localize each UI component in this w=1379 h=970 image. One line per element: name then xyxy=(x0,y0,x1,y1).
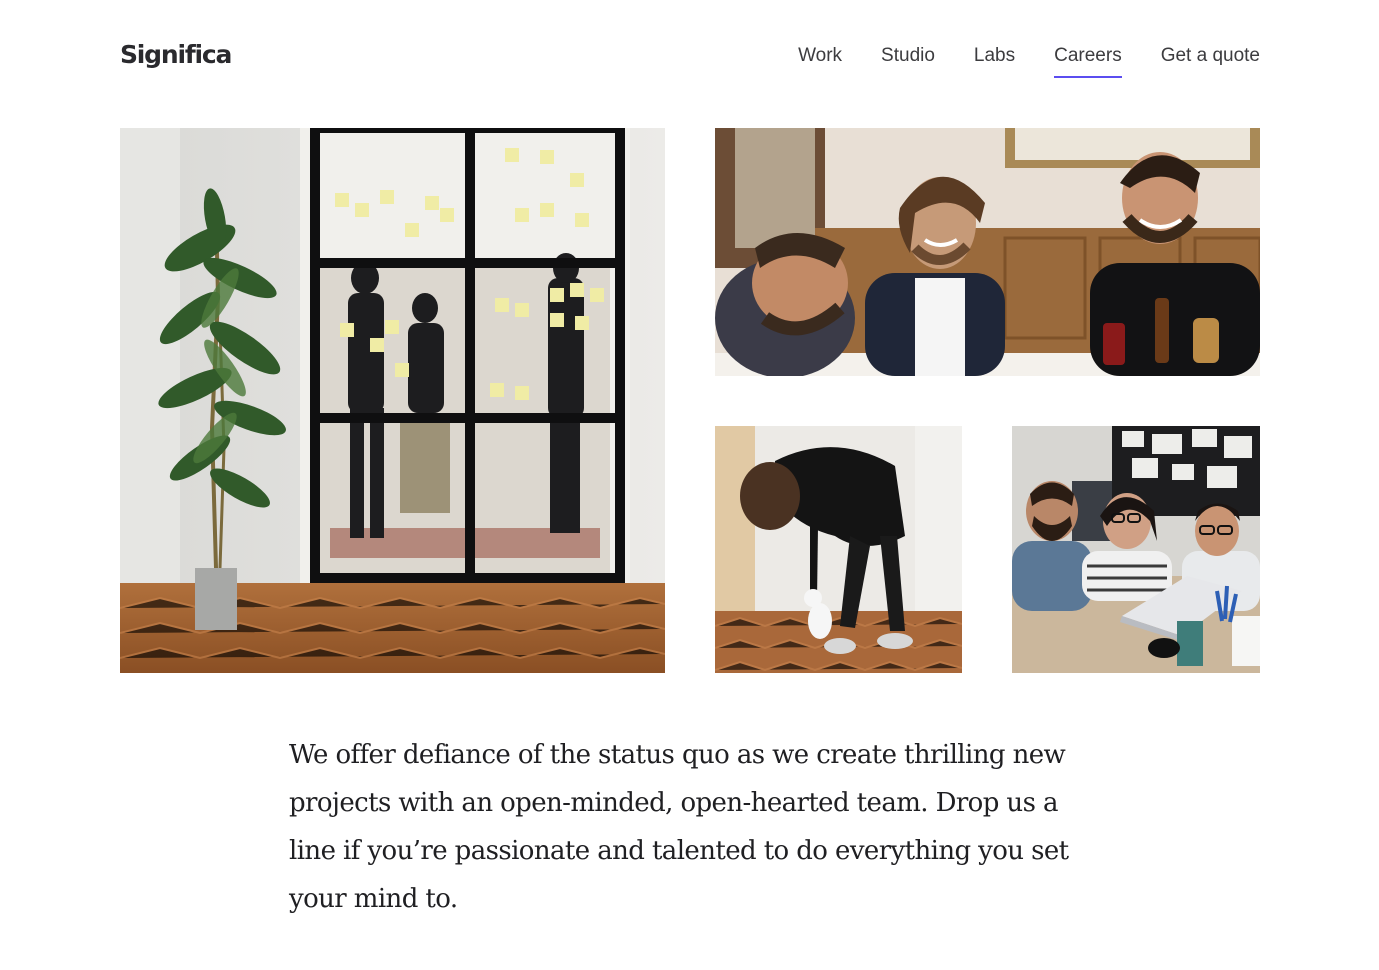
nav-item-careers[interactable]: Careers xyxy=(1054,44,1122,78)
nav-item-get-a-quote[interactable]: Get a quote xyxy=(1161,44,1260,78)
photo-team-laughing xyxy=(715,128,1260,376)
photo-team-at-laptop xyxy=(1012,426,1260,673)
photo-office-glass-door xyxy=(120,128,665,673)
significa-logo[interactable]: Significa xyxy=(120,40,232,70)
photo-person-with-cat xyxy=(715,426,962,673)
careers-intro-text: We offer defiance of the status quo as w… xyxy=(289,740,1069,914)
nav-item-labs[interactable]: Labs xyxy=(974,44,1015,78)
nav-item-studio[interactable]: Studio xyxy=(881,44,935,78)
main-nav: Work Studio Labs Careers Get a quote xyxy=(798,44,1260,78)
nav-item-work[interactable]: Work xyxy=(798,44,842,78)
